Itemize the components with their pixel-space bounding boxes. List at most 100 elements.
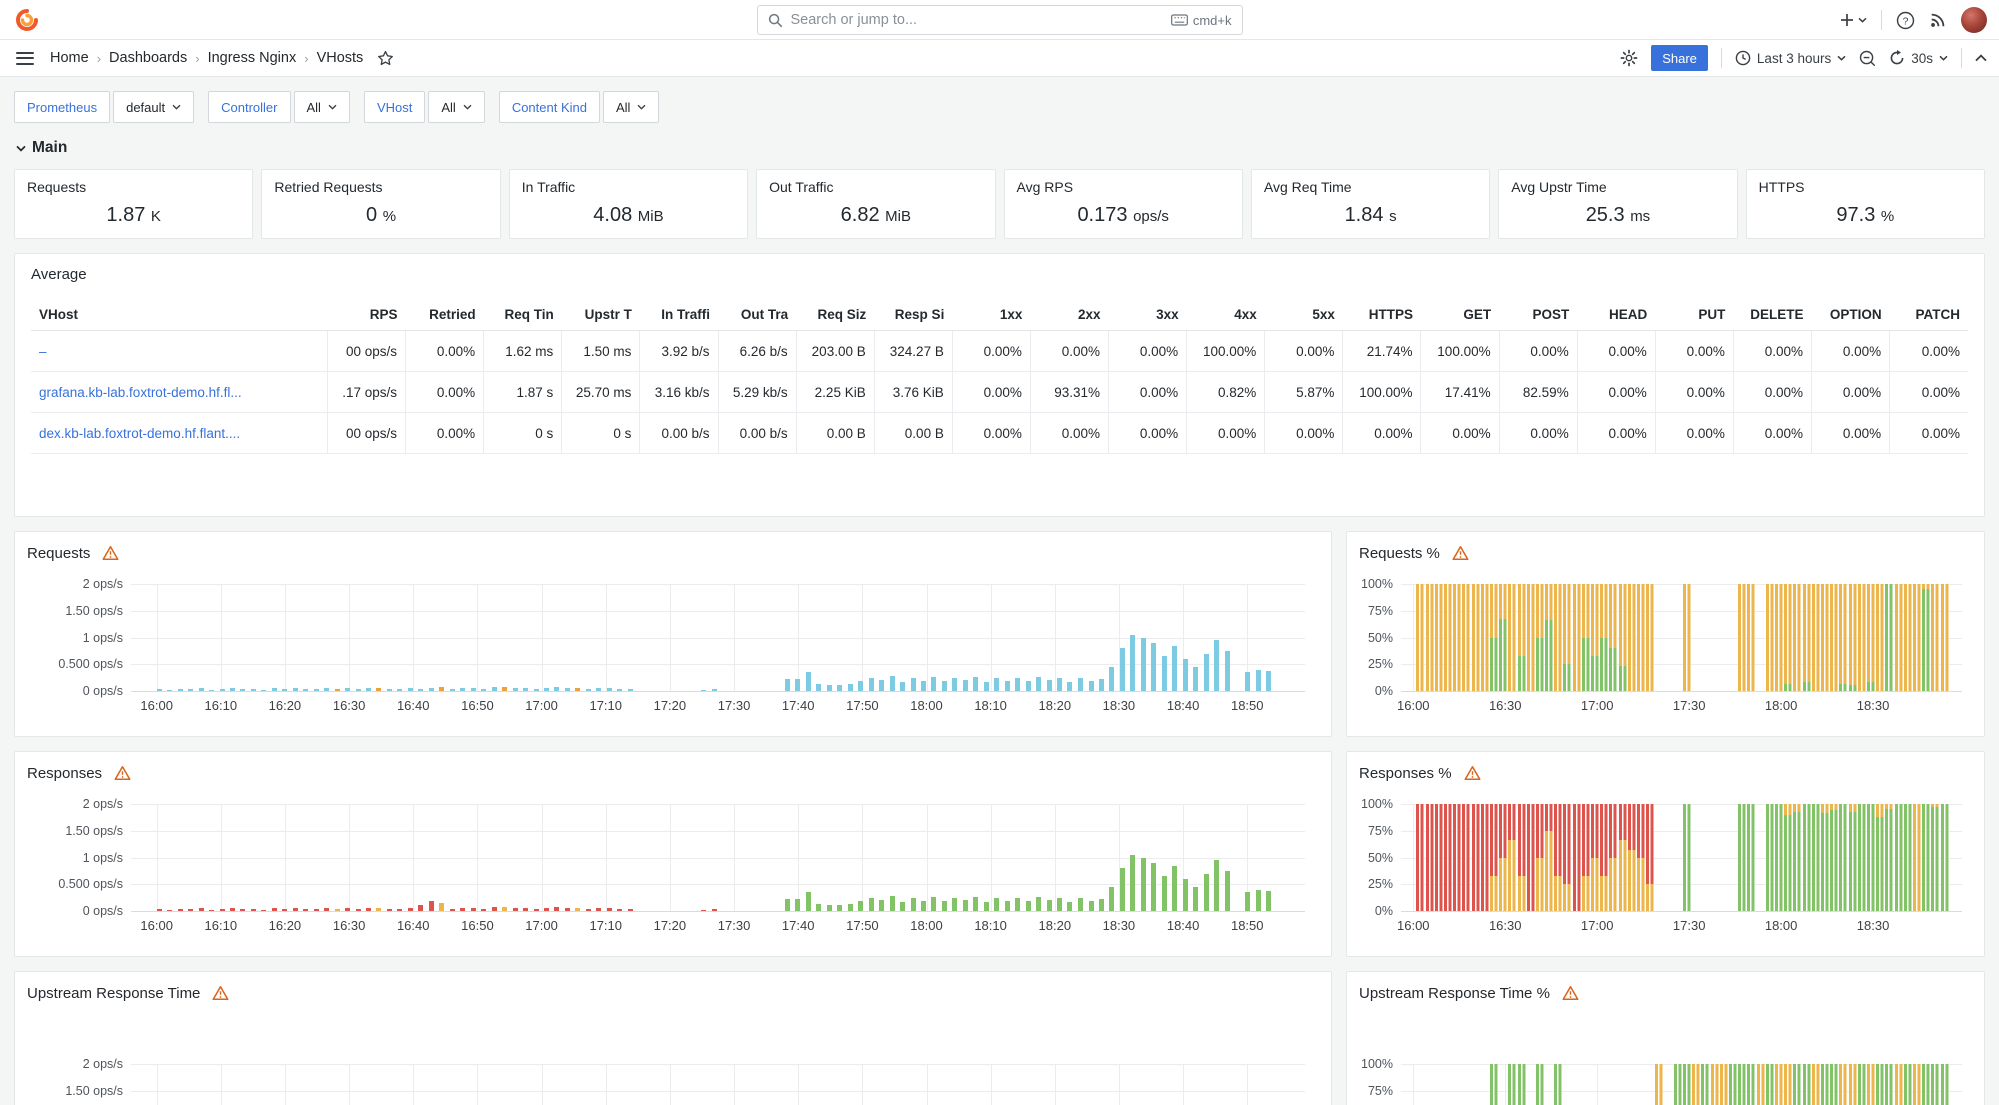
help-icon[interactable]: ?: [1896, 11, 1915, 30]
stat-title[interactable]: Out Traffic: [769, 179, 982, 195]
variable-value-dropdown[interactable]: default: [113, 91, 195, 123]
column-header-2xx[interactable]: 2xx: [1030, 299, 1109, 331]
table-cell: 0.00%: [1732, 330, 1812, 372]
column-header-resp-si[interactable]: Resp Si: [874, 299, 953, 331]
data-bar-segment: [1747, 804, 1756, 911]
data-bar-segment: [1591, 584, 1600, 656]
table-cell: 0.00%: [951, 330, 1031, 372]
search-input[interactable]: Search or jump to... cmd+k: [756, 5, 1243, 35]
warning-icon[interactable]: [212, 985, 229, 1001]
panel-title[interactable]: Upstream Response Time %: [1359, 985, 1550, 1002]
menu-toggle-icon[interactable]: [16, 51, 34, 65]
column-header-post[interactable]: POST: [1499, 299, 1578, 331]
data-bar: [701, 689, 707, 691]
vhost-link[interactable]: dex.kb-lab.foxtrot-demo.hf.flant....: [31, 412, 328, 454]
stat-title[interactable]: Avg Req Time: [1264, 179, 1477, 195]
data-bar-segment: [1609, 804, 1618, 858]
column-header-get[interactable]: GET: [1420, 299, 1500, 331]
favorite-star-icon[interactable]: [377, 50, 394, 66]
data-bar: [387, 688, 393, 691]
data-bar: [889, 896, 895, 911]
data-bar: [962, 680, 968, 691]
stat-panel-avg-req-time: Avg Req Time 1.84 s: [1250, 169, 1491, 239]
column-header-rps[interactable]: RPS: [327, 299, 406, 331]
column-header-3xx[interactable]: 3xx: [1108, 299, 1187, 331]
keyboard-icon: [1170, 14, 1188, 26]
stat-title[interactable]: Avg RPS: [1017, 179, 1230, 195]
warning-icon[interactable]: [1562, 985, 1579, 1001]
column-header-https[interactable]: HTTPS: [1342, 299, 1421, 331]
breadcrumb-dashboards[interactable]: Dashboards: [109, 50, 187, 66]
panel-title[interactable]: Requests: [27, 545, 90, 562]
variable-label[interactable]: Prometheus: [14, 91, 111, 123]
data-bar: [418, 904, 424, 911]
variable-label[interactable]: Content Kind: [498, 91, 600, 123]
y-axis-label: 1 ops/s: [82, 850, 123, 865]
stat-title[interactable]: Retried Requests: [274, 179, 487, 195]
grafana-logo[interactable]: [14, 7, 40, 33]
news-rss-icon[interactable]: [1929, 11, 1947, 29]
column-header-patch[interactable]: PATCH: [1889, 299, 1968, 331]
time-range-picker[interactable]: Last 3 hours: [1735, 50, 1846, 66]
column-header-req-siz[interactable]: Req Siz: [796, 299, 875, 331]
stat-title[interactable]: In Traffic: [522, 179, 735, 195]
data-bar: [418, 688, 424, 691]
data-bar-segment: [1701, 1064, 1710, 1105]
section-row-main[interactable]: Main: [16, 139, 1985, 157]
column-header-4xx[interactable]: 4xx: [1186, 299, 1265, 331]
column-header-5xx[interactable]: 5xx: [1264, 299, 1343, 331]
data-bar: [334, 688, 340, 691]
plot-area-upstream-time-pct: 100%75%50%25%0%16:0016:3017:0017:3018:00…: [1361, 1057, 1962, 1105]
stat-title[interactable]: HTTPS: [1759, 179, 1972, 195]
x-axis-label: 18:40: [1166, 698, 1200, 713]
column-header-head[interactable]: HEAD: [1577, 299, 1656, 331]
variable-value-dropdown[interactable]: All: [428, 91, 485, 123]
data-bar: [1245, 892, 1251, 911]
data-bar-segment: [1820, 584, 1829, 691]
panel-title[interactable]: Responses: [27, 765, 102, 782]
column-header-delete[interactable]: DELETE: [1733, 299, 1812, 331]
data-bar: [219, 908, 225, 911]
variable-label[interactable]: VHost: [363, 91, 426, 123]
column-header-upstr-t[interactable]: Upstr T: [561, 299, 640, 331]
column-header-1xx[interactable]: 1xx: [952, 299, 1031, 331]
vhost-link[interactable]: grafana.kb-lab.foxtrot-demo.hf.fl...: [31, 371, 328, 413]
stat-title[interactable]: Avg Upstr Time: [1511, 179, 1724, 195]
zoom-out-icon[interactable]: [1859, 50, 1876, 67]
data-bar-segment: [1517, 875, 1526, 911]
warning-icon[interactable]: [114, 765, 131, 781]
user-avatar[interactable]: [1961, 7, 1987, 33]
add-menu-button[interactable]: [1839, 12, 1867, 28]
table-cell: 0.00%: [1732, 412, 1812, 454]
panel-title[interactable]: Requests %: [1359, 545, 1440, 562]
vhost-link[interactable]: –: [31, 330, 328, 372]
variable-value-dropdown[interactable]: All: [602, 91, 660, 123]
column-header-retried[interactable]: Retried: [405, 299, 484, 331]
column-header-option[interactable]: OPTION: [1811, 299, 1890, 331]
stat-title[interactable]: Requests: [27, 179, 240, 195]
column-header-put[interactable]: PUT: [1655, 299, 1734, 331]
warning-icon[interactable]: [102, 545, 119, 561]
variable-value-dropdown[interactable]: All: [293, 91, 350, 123]
warning-icon[interactable]: [1464, 765, 1481, 781]
warning-icon[interactable]: [1452, 545, 1469, 561]
breadcrumb-dashboard-title[interactable]: VHosts: [317, 50, 364, 66]
panel-title[interactable]: Upstream Response Time: [27, 985, 200, 1002]
column-header-in-traffi[interactable]: In Traffi: [639, 299, 718, 331]
refresh-picker[interactable]: 30s: [1889, 50, 1948, 66]
data-bar-segment: [1655, 1064, 1664, 1105]
breadcrumb-folder[interactable]: Ingress Nginx: [208, 50, 297, 66]
breadcrumb-home[interactable]: Home: [50, 50, 89, 66]
column-header-out-tra[interactable]: Out Tra: [718, 299, 797, 331]
share-button[interactable]: Share: [1651, 45, 1708, 71]
data-bar: [1161, 876, 1167, 911]
kiosk-mode-icon[interactable]: [1975, 54, 1987, 62]
column-header-vhost[interactable]: VHost: [31, 299, 328, 331]
panel-title[interactable]: Responses %: [1359, 765, 1452, 782]
dashboard-settings-icon[interactable]: [1620, 49, 1638, 67]
variable-label[interactable]: Controller: [208, 91, 291, 123]
column-header-req-tin[interactable]: Req Tin: [483, 299, 562, 331]
panel-title[interactable]: Average: [31, 266, 1968, 283]
x-axis-label: 18:30: [1856, 698, 1890, 713]
data-bar-segment: [1489, 1064, 1498, 1105]
